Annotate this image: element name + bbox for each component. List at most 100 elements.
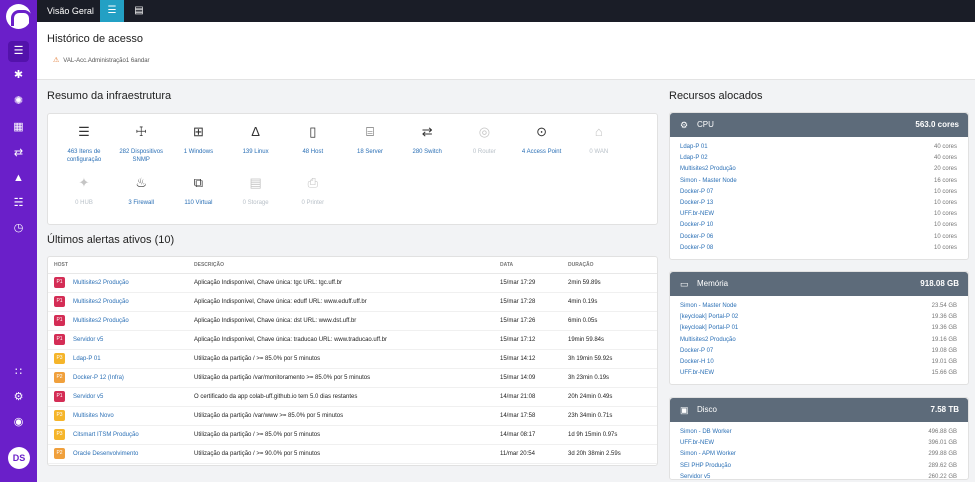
- resource-host-link[interactable]: [keycloak] Portal-P 02: [680, 314, 738, 320]
- flow-icon[interactable]: ⇄: [8, 143, 29, 164]
- resource-row[interactable]: Servidor v5 260.22 GB: [670, 472, 968, 479]
- resource-row[interactable]: UFF.br-NEW 15.66 GB: [670, 368, 968, 379]
- resource-row[interactable]: Simon - DB Worker 496.88 GB: [670, 427, 968, 438]
- alert-row[interactable]: P3 Citsmart ITSM Produção Utilização da pa…: [48, 425, 657, 445]
- resource-host-link[interactable]: Simon - DB Worker: [680, 429, 732, 435]
- infra-item-wan[interactable]: ⌂ 0 WAN: [571, 125, 627, 156]
- resource-row[interactable]: Ldap-P 02 40 cores: [670, 153, 968, 164]
- infra-item-linux[interactable]: ∆ 139 Linux: [228, 125, 284, 156]
- resource-host-link[interactable]: Ldap-P 02: [680, 155, 708, 161]
- alert-row[interactable]: P2 Oracle Desenvolvimento Utilização da pa…: [48, 444, 657, 464]
- alert-row[interactable]: P3 Multisites Novo Utilização da partição …: [48, 406, 657, 426]
- alert-row[interactable]: P1 Servidor v5 Aplicação Indisponível, Cha…: [48, 330, 657, 350]
- infra-item-storage[interactable]: ▤ 0 Storage: [228, 176, 284, 207]
- infra-item-hub[interactable]: ✦ 0 HUB: [56, 176, 112, 207]
- resource-row[interactable]: Simon - Master Node 16 cores: [670, 176, 968, 187]
- apps-icon[interactable]: ∷: [8, 362, 29, 383]
- resource-host-link[interactable]: UFF.br-NEW: [680, 370, 714, 376]
- resource-row[interactable]: Ldap-P 01 40 cores: [670, 142, 968, 153]
- alert-row[interactable]: P1 Multisites2 Produção Aplicação Indispon…: [48, 311, 657, 331]
- alert-host-link[interactable]: Servidor v5: [73, 394, 103, 400]
- alert-host[interactable]: P3 Ldap-P 01: [48, 349, 188, 369]
- alert-row[interactable]: P1 Servidor v5 O certificado da app colab-…: [48, 387, 657, 407]
- alert-host-link[interactable]: Servidor v5: [73, 337, 103, 343]
- infra-item-printer[interactable]: ⎙ 0 Printer: [285, 176, 341, 207]
- resource-row[interactable]: Docker-P 13 10 cores: [670, 198, 968, 209]
- alert-row[interactable]: P3 Ldap-P 01 Utilização da partição / >= 8…: [48, 349, 657, 369]
- resource-host-link[interactable]: Simon - Master Node: [680, 303, 737, 309]
- resource-host-link[interactable]: Multisites2 Produção: [680, 166, 736, 172]
- resource-row[interactable]: Docker-H 10 19.01 GB: [670, 357, 968, 368]
- resource-host-link[interactable]: Docker-P 10: [680, 222, 713, 228]
- alert-row[interactable]: P1 Multisites2 Produção Aplicação Indispon…: [48, 273, 657, 293]
- resource-host-link[interactable]: [keycloak] Portal-P 01: [680, 325, 738, 331]
- alert-host-link[interactable]: Multisites Novo: [73, 413, 114, 419]
- resource-row[interactable]: Docker-P 06 10 cores: [670, 232, 968, 243]
- resource-host-link[interactable]: Simon - Master Node: [680, 178, 737, 184]
- resource-row[interactable]: [keycloak] Portal-P 02 19.36 GB: [670, 312, 968, 323]
- network-icon[interactable]: ✱: [8, 65, 29, 86]
- infra-item-windows[interactable]: ⊞ 1 Windows: [170, 125, 226, 156]
- resource-row[interactable]: Multisites2 Produção 20 cores: [670, 164, 968, 175]
- tab-document-icon[interactable]: ▤: [127, 0, 151, 22]
- resource-row[interactable]: Docker-P 07 10 cores: [670, 187, 968, 198]
- infra-item-firewall[interactable]: ♨ 3 Firewall: [113, 176, 169, 207]
- resource-host-link[interactable]: Simon - APM Worker: [680, 451, 736, 457]
- router-nav-icon[interactable]: ☵: [8, 193, 29, 214]
- resource-row[interactable]: Docker-P 08 10 cores: [670, 243, 968, 254]
- alert-host-link[interactable]: Ldap-P 01: [73, 356, 101, 362]
- resource-host-link[interactable]: Docker-P 07: [680, 348, 713, 354]
- infra-item-switch[interactable]: ⇄ 280 Switch: [399, 125, 455, 156]
- resource-row[interactable]: UFF.br-NEW 10 cores: [670, 209, 968, 220]
- user-avatar[interactable]: DS: [8, 447, 30, 469]
- alert-host[interactable]: P2 Oracle Desenvolvimento: [48, 444, 188, 464]
- infra-item-router[interactable]: ◎ 0 Router: [456, 125, 512, 156]
- resource-row[interactable]: Simon - APM Worker 299.88 GB: [670, 449, 968, 460]
- resource-host-link[interactable]: Multisites2 Produção: [680, 337, 736, 343]
- resource-row[interactable]: Docker-P 10 10 cores: [670, 220, 968, 231]
- alert-host[interactable]: P3 Multisites Novo: [48, 406, 188, 426]
- settings-icon[interactable]: ⚙: [8, 387, 29, 408]
- resource-host-link[interactable]: Docker-P 06: [680, 234, 713, 240]
- resource-host-link[interactable]: Docker-P 08: [680, 245, 713, 251]
- grid-icon[interactable]: ▦: [8, 117, 29, 138]
- resource-host-link[interactable]: Docker-P 07: [680, 189, 713, 195]
- resource-row[interactable]: Simon - Master Node 23.54 GB: [670, 301, 968, 312]
- alert-host[interactable]: P2 Docker-P 12 (Infra): [48, 368, 188, 388]
- resource-host-link[interactable]: Servidor v5: [680, 474, 710, 479]
- resource-host-link[interactable]: UFF.br-NEW: [680, 440, 714, 446]
- resource-host-link[interactable]: Ldap-P 01: [680, 144, 708, 150]
- alert-icon[interactable]: ▲: [8, 168, 29, 189]
- alert-host[interactable]: P3 Citsmart ITSM Produção: [48, 425, 188, 445]
- alert-host-link[interactable]: Multisites2 Produção: [73, 318, 129, 324]
- alert-host[interactable]: P1 Servidor v5: [48, 387, 188, 407]
- alert-host-link[interactable]: Citsmart ITSM Produção: [73, 432, 139, 438]
- alert-row[interactable]: P1 Multisites2 Produção Aplicação Indispon…: [48, 292, 657, 312]
- infra-item-host[interactable]: ▯ 48 Host: [285, 125, 341, 156]
- resource-row[interactable]: [keycloak] Portal-P 01 19.36 GB: [670, 323, 968, 334]
- resource-row[interactable]: Multisites2 Produção 19.16 GB: [670, 335, 968, 346]
- clock-icon[interactable]: ◷: [8, 218, 29, 239]
- resource-host-link[interactable]: Docker-P 13: [680, 200, 713, 206]
- alert-host[interactable]: P1 Multisites2 Produção: [48, 292, 188, 312]
- infra-item-snmp[interactable]: ☩ 282 Dispositivos SNMP: [113, 125, 169, 164]
- infra-item-server[interactable]: ☰ 463 Itens de configuração: [56, 125, 112, 164]
- resource-host-link[interactable]: UFF.br-NEW: [680, 211, 714, 217]
- alert-host-link[interactable]: Multisites2 Produção: [73, 280, 129, 286]
- tab-overview-layers-icon[interactable]: ☰: [100, 0, 124, 22]
- alert-host-link[interactable]: Docker-P 12 (Infra): [73, 375, 124, 381]
- alert-host[interactable]: P1 Multisites2 Produção: [48, 311, 188, 331]
- app-logo[interactable]: [6, 4, 32, 29]
- resource-row[interactable]: SEI PHP Produção 289.62 GB: [670, 461, 968, 472]
- infra-item-access-point[interactable]: ⊙ 4 Access Point: [514, 125, 570, 156]
- infra-item-virtual[interactable]: ⧉ 110 Virtual: [170, 176, 226, 207]
- alert-row[interactable]: P2 Docker-P 12 (Infra) Utilização da parti…: [48, 368, 657, 388]
- alert-host-link[interactable]: Multisites2 Produção: [73, 299, 129, 305]
- layers-icon[interactable]: ☰: [8, 41, 29, 62]
- resource-row[interactable]: UFF.br-NEW 396.01 GB: [670, 438, 968, 449]
- resource-host-link[interactable]: SEI PHP Produção: [680, 463, 731, 469]
- infra-item-server-rack[interactable]: ⌸ 18 Server: [342, 125, 398, 156]
- nodes-icon[interactable]: ✺: [8, 91, 29, 112]
- bell-icon[interactable]: ◉: [8, 412, 29, 433]
- alert-host[interactable]: P1 Servidor v5: [48, 330, 188, 350]
